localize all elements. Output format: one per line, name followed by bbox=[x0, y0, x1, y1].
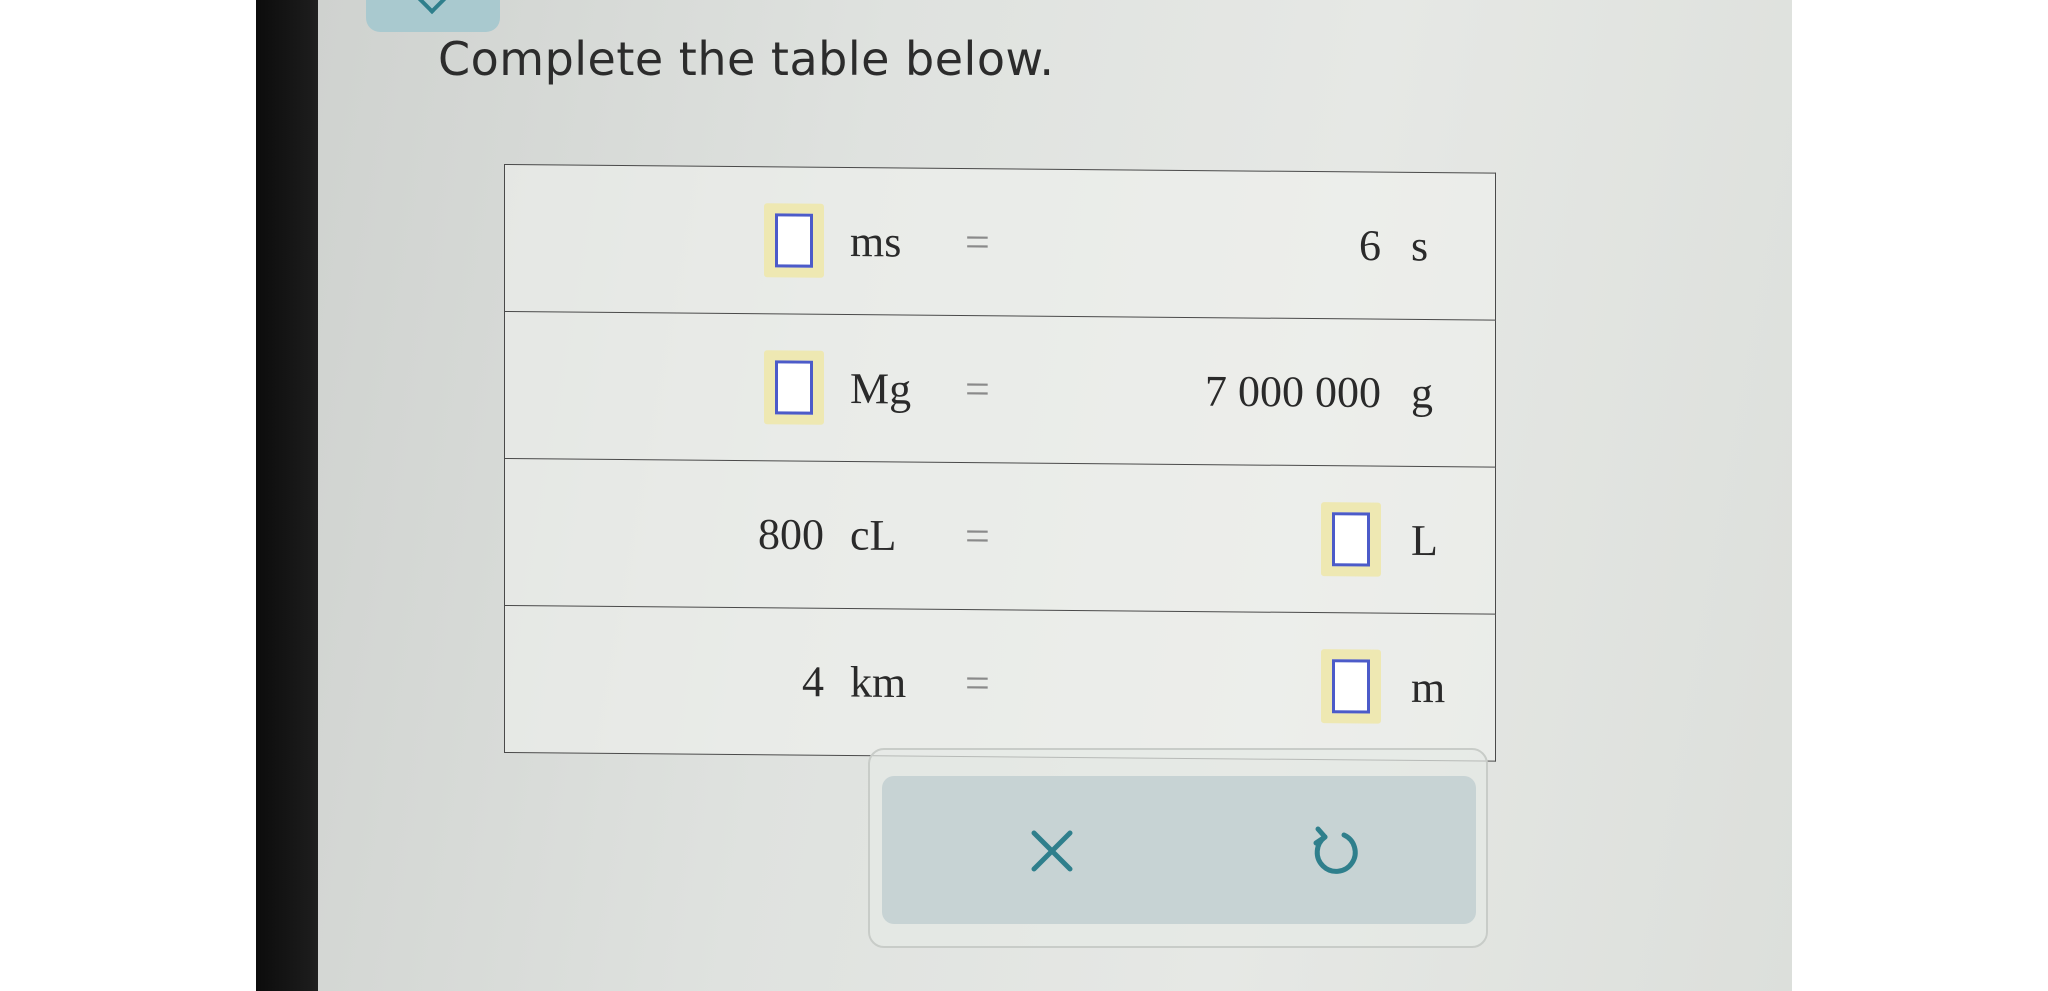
unit-label: ms bbox=[850, 216, 902, 266]
instruction-text: Complete the table below. bbox=[438, 32, 1055, 86]
answer-input[interactable] bbox=[764, 350, 824, 425]
equals-sign: = bbox=[965, 217, 990, 267]
unit-label: Mg bbox=[850, 363, 912, 414]
answer-input[interactable] bbox=[1321, 649, 1381, 724]
equals-sign: = bbox=[965, 658, 990, 708]
equals-sign: = bbox=[965, 364, 990, 414]
given-value: 6 bbox=[1359, 220, 1381, 271]
collapse-tab[interactable] bbox=[366, 0, 500, 32]
given-value: 4 bbox=[802, 657, 824, 707]
table-row: 4 km = m bbox=[504, 605, 1496, 762]
answer-tools-panel bbox=[868, 748, 1488, 948]
chevron-down-icon bbox=[417, 0, 447, 15]
x-icon bbox=[1031, 830, 1073, 872]
unit-label: cL bbox=[850, 510, 897, 560]
unit-label: L bbox=[1411, 515, 1438, 565]
unit-label: g bbox=[1411, 368, 1433, 418]
photo-frame: Complete the table below. ms = 6 s Mg = … bbox=[0, 0, 2048, 991]
answer-input[interactable] bbox=[764, 203, 824, 278]
action-bar bbox=[882, 776, 1476, 924]
conversion-table: ms = 6 s Mg = 7 000 000 g 800 cL = L 4 k… bbox=[504, 164, 1496, 762]
equals-sign: = bbox=[965, 511, 990, 561]
table-row: Mg = 7 000 000 g bbox=[504, 311, 1496, 468]
given-value: 7 000 000 bbox=[1205, 366, 1381, 418]
unit-label: km bbox=[850, 657, 907, 708]
undo-icon bbox=[1313, 826, 1358, 874]
unit-label: m bbox=[1411, 662, 1446, 712]
table-row: ms = 6 s bbox=[504, 164, 1496, 321]
clear-button[interactable] bbox=[1010, 814, 1082, 886]
screen: Complete the table below. ms = 6 s Mg = … bbox=[318, 0, 1792, 991]
unit-label: s bbox=[1411, 221, 1429, 271]
answer-input[interactable] bbox=[1321, 502, 1381, 577]
table-row: 800 cL = L bbox=[504, 458, 1496, 615]
undo-button[interactable] bbox=[1292, 814, 1364, 886]
given-value: 800 bbox=[758, 509, 824, 560]
